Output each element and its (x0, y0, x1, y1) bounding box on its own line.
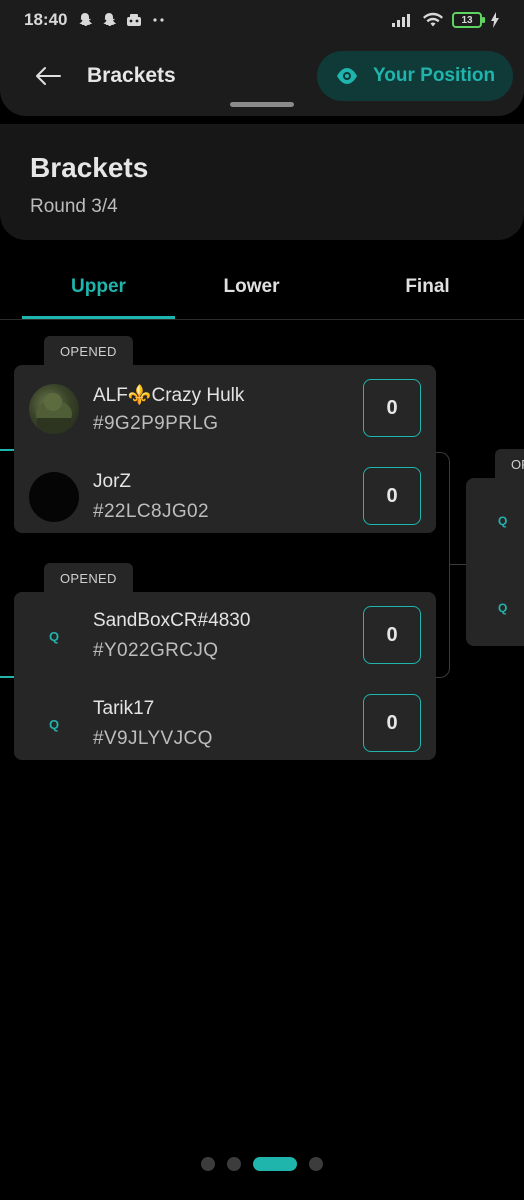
charging-icon (491, 12, 499, 28)
snapchat-icon (103, 13, 117, 26)
score-box[interactable]: 0 (363, 606, 421, 664)
match-status-badge: OPENED (44, 563, 133, 593)
score-box[interactable]: 0 (363, 379, 421, 437)
system-status-icons: 13 (392, 12, 500, 28)
score-box[interactable]: 0 (363, 694, 421, 752)
back-button[interactable] (30, 62, 66, 90)
player-tag: #9G2P9PRLG (93, 413, 219, 434)
player-row[interactable]: JorZ #22LC8JG02 0 (14, 453, 436, 537)
battery-icon: 13 (452, 12, 485, 28)
player-row[interactable]: Q SandBoxCR#4830 #Y022GRCJQ 0 (14, 592, 436, 676)
match-card[interactable]: ALF⚜️Crazy Hulk #9G2P9PRLG 0 JorZ #22LC8… (14, 365, 436, 533)
pager-dot[interactable] (227, 1157, 241, 1171)
player-tag: #V9JLYVJCQ (93, 728, 213, 749)
status-time: 18:40 (24, 10, 68, 29)
player-name: JorZ (93, 471, 131, 492)
round-label: Round 3/4 (30, 196, 118, 217)
wifi-icon (423, 12, 443, 27)
bracket-tabs: Upper Lower Final (0, 256, 524, 320)
match-status-badge: OPENED (44, 336, 133, 366)
signal-icon (392, 14, 410, 27)
placeholder-avatar-icon: Q (498, 601, 508, 615)
notification-icons (77, 12, 167, 28)
pager-dot[interactable] (201, 1157, 215, 1171)
round-pager (0, 1156, 524, 1172)
pager-dot[interactable] (309, 1157, 323, 1171)
pager-dot-active[interactable] (253, 1157, 297, 1171)
bracket-connector (450, 564, 466, 565)
round-header: Brackets Round 3/4 (0, 124, 524, 240)
app-bar: Brackets Your Position (0, 50, 524, 104)
player-tag: #22LC8JG02 (93, 501, 209, 522)
placeholder-avatar-icon: Q (48, 716, 60, 732)
tab-final[interactable]: Final (340, 256, 515, 318)
avatar (29, 472, 79, 522)
top-app-sheet: 18:40 13 Brackets Your Position (0, 0, 524, 116)
player-name: SandBoxCR#4830 (93, 610, 251, 631)
game-icon (127, 14, 142, 26)
score-box[interactable]: 0 (363, 467, 421, 525)
tab-lower[interactable]: Lower (175, 256, 328, 318)
active-tab-indicator (22, 316, 175, 319)
placeholder-avatar-icon: Q (498, 514, 508, 528)
bracket-connector (436, 452, 450, 678)
placeholder-avatar-icon: Q (48, 628, 60, 644)
player-row[interactable]: ALF⚜️Crazy Hulk #9G2P9PRLG 0 (14, 365, 436, 449)
your-position-button[interactable]: Your Position (317, 51, 513, 101)
next-round-match-card[interactable] (466, 478, 524, 646)
bracket-connector-left (0, 676, 14, 678)
match-status-badge: OPENED (495, 449, 524, 479)
sheet-drag-handle[interactable] (230, 102, 294, 107)
bracket-connector-left (0, 449, 14, 451)
player-name: Tarik17 (93, 698, 155, 719)
eye-icon (337, 68, 357, 84)
player-tag: #Y022GRCJQ (93, 640, 219, 661)
your-position-label: Your Position (373, 65, 496, 86)
match-card[interactable]: Q SandBoxCR#4830 #Y022GRCJQ 0 Q Tarik17 … (14, 592, 436, 760)
tab-upper[interactable]: Upper (22, 256, 175, 318)
page-title: Brackets (30, 152, 149, 183)
hulk-avatar-image (36, 393, 72, 434)
snapchat-icon (79, 13, 93, 26)
player-name: ALF⚜️Crazy Hulk (93, 385, 245, 406)
arrow-left-icon (36, 67, 61, 85)
battery-level: 13 (461, 14, 473, 26)
status-bar: 18:40 13 (0, 0, 524, 40)
app-bar-title: Brackets (87, 64, 176, 87)
more-dots-icon (153, 18, 165, 22)
avatar (29, 384, 79, 434)
player-row[interactable]: Q Tarik17 #V9JLYVJCQ 0 (14, 680, 436, 764)
